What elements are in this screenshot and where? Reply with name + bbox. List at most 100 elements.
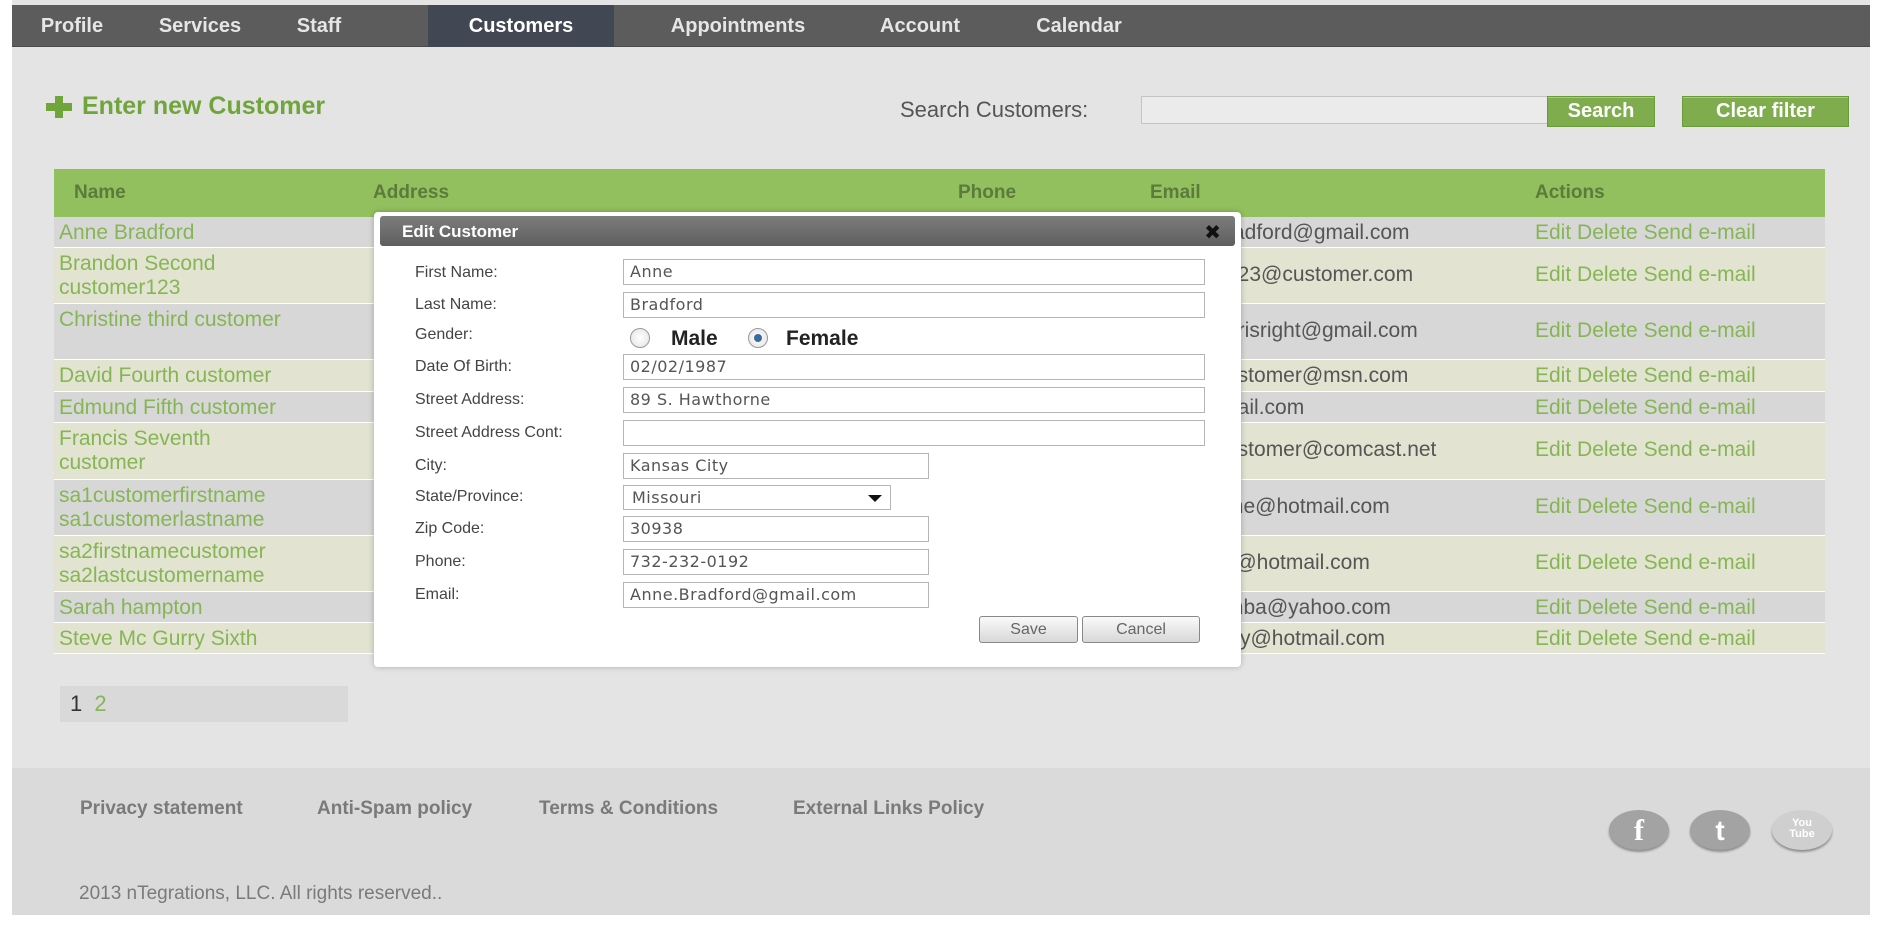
footer-link-anti-spam[interactable]: Anti-Spam policy — [317, 798, 472, 820]
send-email-link[interactable]: Send e-mail — [1644, 396, 1756, 419]
delete-link[interactable]: Delete — [1577, 319, 1638, 342]
footer-link-terms[interactable]: Terms & Conditions — [539, 798, 718, 820]
edit-link[interactable]: Edit — [1535, 438, 1571, 461]
nav-item-calendar[interactable]: Calendar — [1014, 5, 1144, 47]
delete-link[interactable]: Delete — [1577, 263, 1638, 286]
clear-filter-button[interactable]: Clear filter — [1682, 96, 1849, 127]
cancel-button[interactable]: Cancel — [1082, 616, 1200, 643]
search-label: Search Customers: — [900, 97, 1089, 122]
nav-item-account[interactable]: Account — [860, 5, 980, 47]
first-name-label: First Name: — [415, 264, 498, 281]
nav-item-appointments[interactable]: Appointments — [638, 5, 838, 47]
customer-name[interactable]: Christine third customer — [59, 308, 299, 332]
search-button[interactable]: Search — [1547, 96, 1655, 127]
edit-link[interactable]: Edit — [1535, 596, 1571, 619]
customer-email: me@hotmail.com — [1226, 495, 1390, 518]
customer-email: radford@gmail.com — [1226, 221, 1410, 244]
street2-field[interactable] — [623, 420, 1205, 446]
send-email-link[interactable]: Send e-mail — [1644, 627, 1756, 650]
customer-name[interactable]: Edmund Fifth customer — [59, 396, 276, 420]
gender-male-label[interactable]: Male — [671, 327, 718, 351]
delete-link[interactable]: Delete — [1577, 495, 1638, 518]
street-label: Street Address: — [415, 391, 525, 408]
send-email-link[interactable]: Send e-mail — [1644, 364, 1756, 387]
edit-link[interactable]: Edit — [1535, 551, 1571, 574]
pagination: 1 2 — [60, 686, 348, 722]
header-address[interactable]: Address — [373, 169, 449, 217]
delete-link[interactable]: Delete — [1577, 364, 1638, 387]
nav-item-customers[interactable]: Customers — [428, 5, 614, 47]
facebook-icon[interactable]: f — [1609, 810, 1669, 850]
customer-name[interactable]: Brandon Second customer123 — [59, 252, 299, 300]
footer-link-external[interactable]: External Links Policy — [793, 798, 984, 820]
send-email-link[interactable]: Send e-mail — [1644, 438, 1756, 461]
customer-email: ustomer@msn.com — [1226, 364, 1409, 387]
save-button[interactable]: Save — [979, 616, 1078, 643]
new-customer-link[interactable]: Enter new Customer — [44, 92, 325, 121]
customer-name[interactable]: Steve Mc Gurry Sixth — [59, 627, 257, 651]
delete-link[interactable]: Delete — [1577, 221, 1638, 244]
zip-field[interactable]: 30938 — [623, 516, 929, 542]
app-frame: Profile Services Staff Customers Appoint… — [12, 0, 1870, 915]
street-field[interactable]: 89 S. Hawthorne — [623, 387, 1205, 413]
delete-link[interactable]: Delete — [1577, 596, 1638, 619]
state-select[interactable]: Missouri — [623, 485, 891, 510]
send-email-link[interactable]: Send e-mail — [1644, 319, 1756, 342]
edit-link[interactable]: Edit — [1535, 263, 1571, 286]
customer-name[interactable]: sa1customerfirstname sa1customerlastname — [59, 484, 349, 532]
customer-name[interactable]: David Fourth customer — [59, 364, 271, 388]
header-email[interactable]: Email — [1150, 169, 1201, 217]
edit-link[interactable]: Edit — [1535, 221, 1571, 244]
footer-link-privacy[interactable]: Privacy statement — [80, 798, 243, 820]
zip-label: Zip Code: — [415, 520, 485, 537]
first-name-field[interactable]: Anne — [623, 259, 1205, 285]
edit-link[interactable]: Edit — [1535, 396, 1571, 419]
row-actions: Edit Delete Send e-mail — [1535, 596, 1756, 620]
customer-name[interactable]: Anne Bradford — [59, 221, 194, 245]
page-link[interactable]: 2 — [94, 691, 106, 716]
dialog-title-bar[interactable]: Edit Customer ✖ — [380, 216, 1235, 246]
new-customer-label: Enter new Customer — [82, 92, 326, 120]
email-field[interactable]: Anne.Bradford@gmail.com — [623, 582, 929, 608]
customer-name[interactable]: sa2firstnamecustomer sa2lastcustomername — [59, 540, 349, 588]
row-actions: Edit Delete Send e-mail — [1535, 221, 1756, 245]
state-value: Missouri — [632, 488, 702, 507]
row-actions: Edit Delete Send e-mail — [1535, 364, 1756, 388]
send-email-link[interactable]: Send e-mail — [1644, 551, 1756, 574]
twitter-icon[interactable]: t — [1690, 810, 1750, 850]
state-label: State/Province: — [415, 488, 524, 505]
customer-name[interactable]: Francis Seventh customer — [59, 427, 299, 475]
send-email-link[interactable]: Send e-mail — [1644, 596, 1756, 619]
gender-female-label[interactable]: Female — [786, 327, 858, 351]
edit-link[interactable]: Edit — [1535, 319, 1571, 342]
nav-item-staff[interactable]: Staff — [274, 5, 364, 47]
delete-link[interactable]: Delete — [1577, 438, 1638, 461]
delete-link[interactable]: Delete — [1577, 396, 1638, 419]
header-actions: Actions — [1535, 182, 1605, 203]
customer-email: erisright@gmail.com — [1226, 319, 1418, 342]
youtube-icon[interactable]: You Tube — [1772, 810, 1832, 850]
close-icon[interactable]: ✖ — [1204, 220, 1221, 245]
gender-female-radio[interactable] — [748, 328, 768, 348]
dialog-title: Edit Customer — [402, 222, 519, 241]
edit-link[interactable]: Edit — [1535, 495, 1571, 518]
row-actions: Edit Delete Send e-mail — [1535, 551, 1756, 575]
delete-link[interactable]: Delete — [1577, 627, 1638, 650]
nav-item-profile[interactable]: Profile — [22, 5, 122, 47]
delete-link[interactable]: Delete — [1577, 551, 1638, 574]
city-field[interactable]: Kansas City — [623, 453, 929, 479]
search-input[interactable] — [1141, 96, 1551, 124]
edit-link[interactable]: Edit — [1535, 627, 1571, 650]
gender-male-radio[interactable] — [630, 328, 650, 348]
phone-field[interactable]: 732-232-0192 — [623, 549, 929, 575]
dob-field[interactable]: 02/02/1987 — [623, 354, 1205, 380]
send-email-link[interactable]: Send e-mail — [1644, 263, 1756, 286]
last-name-field[interactable]: Bradford — [623, 292, 1205, 318]
edit-link[interactable]: Edit — [1535, 364, 1571, 387]
send-email-link[interactable]: Send e-mail — [1644, 495, 1756, 518]
customer-name[interactable]: Sarah hampton — [59, 596, 203, 620]
header-name[interactable]: Name — [74, 169, 126, 217]
header-phone[interactable]: Phone — [958, 169, 1016, 217]
send-email-link[interactable]: Send e-mail — [1644, 221, 1756, 244]
nav-item-services[interactable]: Services — [140, 5, 260, 47]
